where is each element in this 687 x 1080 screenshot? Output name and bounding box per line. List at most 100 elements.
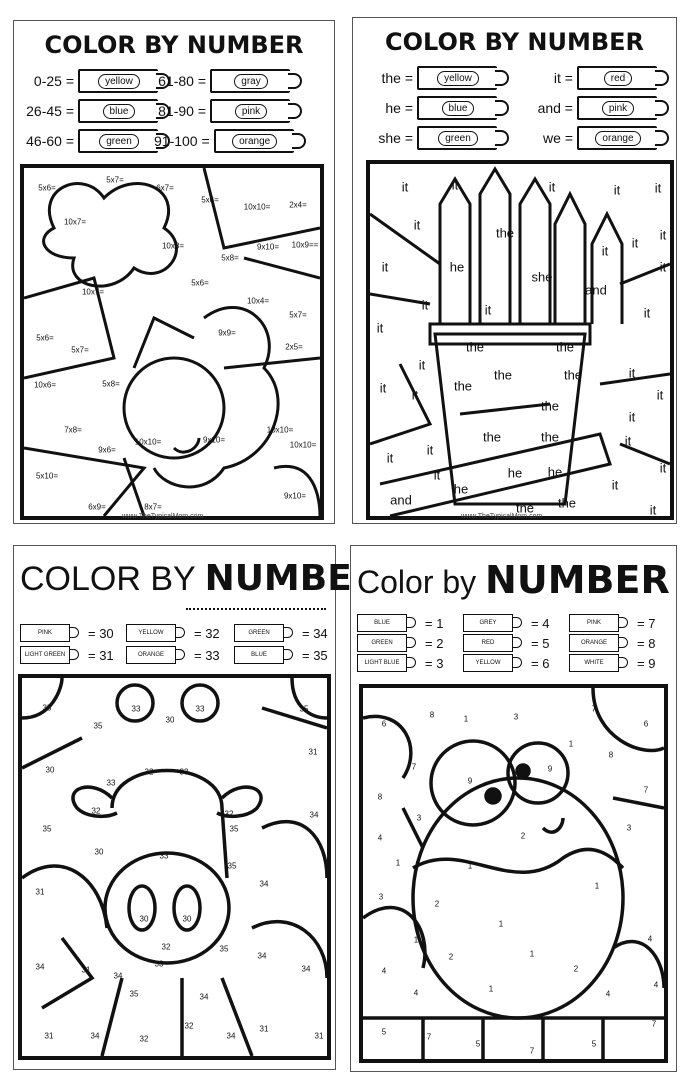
legend-item: GREEN = 2 [357, 634, 443, 652]
region-label: 2 [573, 964, 579, 974]
region-label: 4 [377, 833, 383, 843]
region-label: 10x10= [266, 425, 294, 435]
region-label: 10x10= [243, 202, 271, 212]
crayon-icon: orange [213, 129, 306, 153]
region-label: 10x6= [33, 380, 57, 390]
region-label: 3 [378, 892, 384, 902]
region-label: 10x9== [291, 240, 319, 250]
region-label: he [449, 259, 465, 275]
legend-item: 46-60 = green [22, 129, 170, 153]
region-label: 10x4= [246, 296, 270, 306]
region-label: 6 [381, 719, 387, 729]
crayon-color-label: green [99, 133, 139, 149]
region-label: 34 [309, 810, 319, 820]
region-label: 8 [377, 792, 383, 802]
legend-value: = 3 [425, 655, 444, 671]
region-label: it [654, 180, 662, 196]
crayon-color-label: orange [595, 130, 641, 146]
region-label: she [531, 269, 553, 285]
legend-item: PINK = 7 [569, 614, 655, 632]
region-label: it [601, 243, 609, 259]
region-label: it [656, 387, 664, 403]
legend-item: YELLOW = 6 [463, 654, 549, 672]
region-label: 10x10= [289, 440, 317, 450]
crayon-color-label: blue [102, 103, 136, 119]
crayon-color-label: yellow [437, 70, 479, 86]
worksheet-title: COLOR BY NUMBER [20, 558, 380, 599]
crayon-icon: yellow [78, 69, 170, 93]
legend-key: the = [381, 70, 413, 86]
region-label: it [413, 217, 421, 233]
region-label: 32 [139, 1034, 149, 1044]
region-label: it [451, 177, 459, 193]
region-label: the [563, 367, 583, 383]
region-label: he [547, 464, 563, 480]
watermark: www.TheTypicalMom.com [461, 513, 543, 520]
region-label: 31 [44, 1031, 54, 1041]
legend-key: he = [385, 100, 413, 116]
worksheet-multiplication: COLOR BY NUMBER 0-25 = yellow 26-45 = blue 4… [13, 20, 335, 524]
title-part: COLOR BY [20, 560, 196, 598]
legend-key: and = [537, 100, 573, 116]
legend-item: GREY = 4 [463, 614, 549, 632]
region-label: 5x6= [201, 195, 219, 205]
region-label: 30 [165, 715, 175, 725]
region-label: the [482, 429, 502, 445]
crayon-color-label: green [438, 130, 478, 146]
worksheet-title: COLOR BY NUMBER [384, 28, 645, 56]
legend-item: and = pink [523, 96, 669, 120]
crayon-icon: green [417, 126, 509, 150]
legend-item: she = green [375, 126, 509, 150]
region-label: 9x6= [98, 445, 116, 455]
legend-value: = 7 [637, 615, 656, 631]
legend-key: it = [553, 70, 573, 86]
region-label: 34 [259, 879, 269, 889]
legend-key: 0-25 = [33, 73, 74, 89]
region-label: 2x5= [285, 342, 303, 352]
crayon-icon: PINK [20, 624, 79, 642]
crayon-icon: blue [78, 99, 170, 123]
legend-value: = 33 [194, 647, 220, 663]
crayon-icon: RED [463, 634, 522, 652]
region-label: 2 [434, 899, 440, 909]
region-label: 5x7= [106, 175, 124, 185]
region-label: 10x7= [63, 217, 87, 227]
region-label: 33 [159, 851, 169, 861]
legend-key: 61-80 = [158, 73, 206, 89]
legend-value: = 30 [88, 625, 114, 641]
region-label: 33 [131, 704, 141, 714]
region-label: it [401, 179, 409, 195]
region-label: 34 [113, 971, 123, 981]
region-label: 35 [299, 704, 309, 714]
region-label: 32 [144, 767, 154, 777]
region-label: he [507, 465, 523, 481]
coloring-picture-giraffe: 35 33 30 33 35 35 30 33 32 33 31 32 32 35 30 33 35 35 34 31… [18, 674, 331, 1060]
region-label: it [484, 302, 492, 318]
region-label: 4 [653, 980, 659, 990]
crayon-icon: ORANGE [569, 634, 628, 652]
watermark: www.TheTypicalMom.com [122, 513, 204, 520]
crayon-color-label: gray [234, 73, 268, 89]
region-label: 35 [42, 703, 52, 713]
region-label: 5 [381, 1027, 387, 1037]
crayon-icon: BLUE [234, 646, 293, 664]
region-label: 32 [161, 942, 171, 952]
crayon-icon: YELLOW [463, 654, 522, 672]
region-label: 1 [498, 919, 504, 929]
region-label: 5x10= [35, 471, 59, 481]
region-label: 9x9= [218, 328, 236, 338]
region-label: 30 [45, 765, 55, 775]
region-label: 7 [411, 762, 417, 772]
region-label: it [611, 477, 619, 493]
region-label: it [628, 409, 636, 425]
region-label: 32 [91, 806, 101, 816]
crayon-icon: LIGHT BLUE [357, 654, 416, 672]
region-label: 5x6= [36, 333, 54, 343]
region-label: 31 [259, 1024, 269, 1034]
region-label: 5x7= [71, 345, 89, 355]
crayon-icon: GREY [463, 614, 522, 632]
legend-item: ORANGE = 33 [126, 646, 220, 664]
region-label: 1 [488, 984, 494, 994]
crayon-icon: ORANGE [126, 646, 185, 664]
region-label: 7 [529, 1046, 535, 1056]
